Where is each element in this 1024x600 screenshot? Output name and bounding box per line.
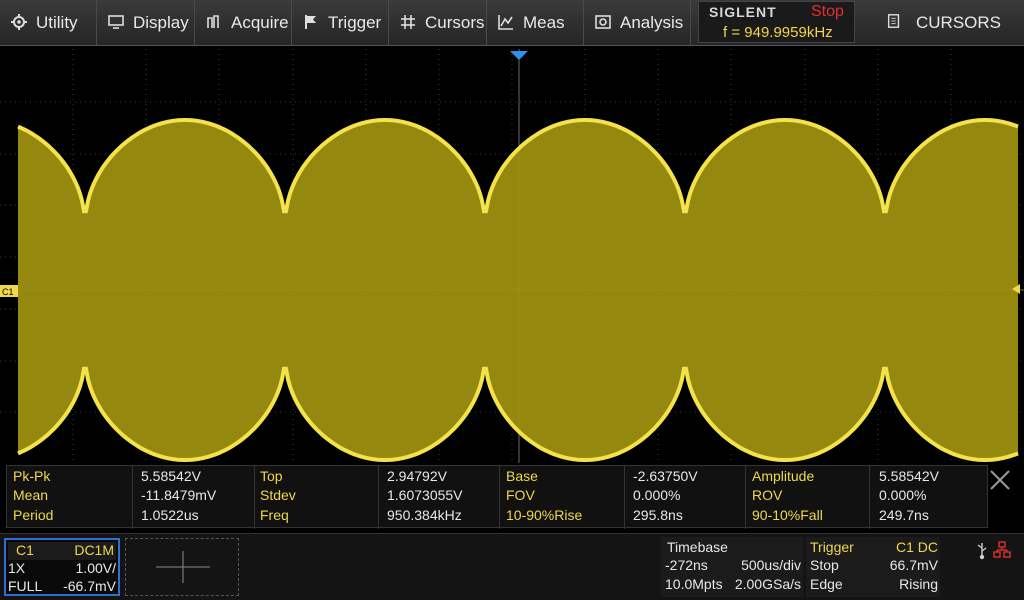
meas-value: 5.58542V [141,468,201,484]
menu-trigger[interactable]: Trigger [292,0,389,46]
meas-label: FOV [506,487,535,503]
channel1-coupling: DC1M [74,542,114,558]
meas-label: Pk-Pk [13,468,51,484]
menu-cursors[interactable]: Cursors [389,0,487,46]
channel1-scale-row: 1X 1.00V/ [8,560,116,578]
menu-display[interactable]: Display [97,0,195,46]
menu-cursors-label: Cursors [425,13,485,32]
run-state[interactable]: Stop [811,3,844,21]
acquire-icon [205,13,225,33]
cursors-softkey-menu[interactable]: CURSORS [868,0,1024,46]
trigger-type: Edge [810,576,843,592]
gear-icon [10,13,30,33]
meas-label: Amplitude [752,468,815,484]
meas-label: Freq [260,507,289,523]
channel1-probe: 1X [8,560,26,576]
meas-label: Mean [13,487,49,503]
network-icon [993,541,1011,558]
add-channel-slot[interactable] [125,538,239,596]
meas-label: 90-10%Fall [752,507,823,523]
menu-analysis-label: Analysis [620,13,684,32]
meas-value: -11.8479mV [141,487,217,503]
trigger-source: C1 DC [895,539,938,555]
meas-label: Stdev [260,487,296,503]
meas-icon [497,13,517,33]
trigger-position-marker [510,51,528,60]
close-icon[interactable] [988,468,1012,492]
timebase-title: Timebase [667,539,728,555]
timebase-delay: -272ns [665,557,708,573]
brand-panel: SIGLENT Stop f = 949.9959kHz [698,1,855,43]
trigger-panel[interactable]: Trigger C1 DC Stop 66.7mV Edge Rising [806,537,940,597]
plus-icon [156,551,210,583]
timebase-panel[interactable]: Timebase -272ns 500us/div 10.0Mpts 2.00G… [661,537,803,597]
memory-depth: 10.0Mpts [665,576,723,592]
menu-acquire[interactable]: Acquire [195,0,292,46]
meas-value: 5.58542V [879,468,939,484]
meas-value: 1.6073055V [387,487,463,503]
meas-value: 0.000% [879,487,927,503]
menu-meas[interactable]: Meas [487,0,584,46]
menu-meas-label: Meas [523,13,565,32]
crosshair-icon [399,13,419,33]
waveform-canvas: C1 [0,49,1024,463]
channel1-offset-row: FULL -66.7mV [8,578,116,596]
meas-value: 2.94792V [387,468,447,484]
usb-icon [977,543,987,560]
brand-logo: SIGLENT [709,4,777,20]
meas-row: Pk-Pk 5.58542V Top 2.94792V Base -2.6375… [7,467,989,487]
meas-value: 950.384kHz [387,507,462,523]
menu-analysis[interactable]: Analysis [584,0,691,46]
monitor-icon [107,13,127,33]
menu-bar: Utility Display Acquire Trigger Cursors … [0,0,1024,46]
meas-row: Period 1.0522us Freq 950.384kHz 10-90%Ri… [7,506,989,526]
meas-label: ROV [752,487,783,503]
channel1-scale: 1.00V/ [75,560,116,576]
channel1-marker: C1 [2,287,14,297]
meas-value: 0.000% [633,487,681,503]
flag-icon [302,13,322,33]
analysis-icon [594,13,614,33]
status-icons [970,540,1020,560]
menu-utility-label: Utility [36,13,78,32]
timebase-scale: 500us/div [741,557,801,573]
trigger-slope: Rising [899,576,938,592]
meas-label: Base [506,468,538,484]
channel1-name: C1 [16,542,34,558]
cursors-menu-label: CURSORS [916,13,1002,32]
document-icon [886,12,902,35]
channel1-bandwidth: FULL [8,578,43,594]
channel1-offset: -66.7mV [63,578,116,594]
frequency-counter: f = 949.9959kHz [723,24,833,41]
meas-value: 249.7ns [879,507,929,523]
measurement-panel: Pk-Pk 5.58542V Top 2.94792V Base -2.6375… [6,465,989,529]
menu-utility[interactable]: Utility [0,0,97,46]
meas-label: 10-90%Rise [506,507,583,523]
trigger-level: 66.7mV [889,557,938,573]
menu-display-label: Display [133,13,189,32]
waveform-display[interactable]: C1 [0,47,1024,465]
menu-trigger-label: Trigger [328,13,382,32]
channel1-info[interactable]: C1 DC1M 1X 1.00V/ FULL -66.7mV [4,538,120,596]
meas-value: -2.63750V [633,468,698,484]
trigger-title: Trigger [810,539,854,555]
meas-label: Top [260,468,283,484]
sample-rate: 2.00GSa/s [734,576,801,592]
menu-acquire-label: Acquire [231,13,289,32]
meas-value: 1.0522us [141,507,199,523]
trigger-state: Stop [810,557,839,573]
meas-label: Period [13,507,54,523]
channel1-header: C1 DC1M [8,542,116,560]
meas-value: 295.8ns [633,507,683,523]
meas-row: Mean -11.8479mV Stdev 1.6073055V FOV 0.0… [7,486,989,506]
